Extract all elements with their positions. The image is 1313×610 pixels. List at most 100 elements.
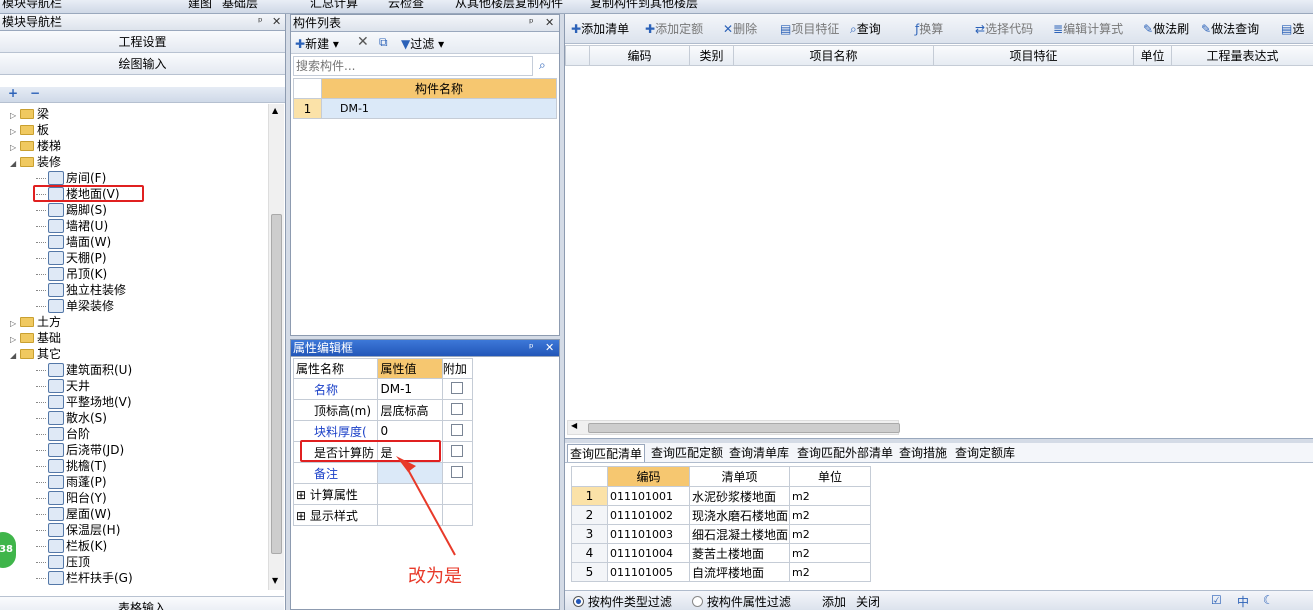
expand-group-icon[interactable]: ⊞ [296,509,310,523]
select-code-button[interactable]: ⇄选择代码 [975,20,1033,38]
tree-leaf-item[interactable]: 挑檐(T) [36,458,107,474]
top-item[interactable]: 从其他楼层复制构件 [455,0,563,11]
property-row[interactable]: 名称 DM-1 [292,378,474,400]
query-tab[interactable]: 查询匹配外部清单 [795,444,895,462]
tree-leaf-item[interactable]: 天井 [36,378,90,394]
pin-icon[interactable]: ᵖ [258,15,263,28]
project-settings-button[interactable]: 工程设置 [0,31,285,53]
tree-leaf-item[interactable]: 阳台(Y) [36,490,107,506]
expander-icon[interactable]: ◢ [10,348,20,364]
radio-type-filter[interactable]: 按构件类型过滤 [573,593,672,610]
expand-all-icon[interactable]: + [8,86,18,100]
top-item[interactable]: 基础层 [222,0,258,11]
search-icon[interactable]: ⌕ [539,58,546,73]
tree-folder-item[interactable]: ▷ 板 [10,122,49,138]
col-quantity-expr[interactable]: 工程量表达式 [1171,45,1313,66]
component-name-cell[interactable]: DM-1 [321,98,557,119]
pin-icon[interactable]: ᵖ [529,341,534,354]
top-item[interactable]: 汇总计算 [310,0,358,11]
tree-scrollbar[interactable]: ▲ ▼ [268,104,284,590]
expander-icon[interactable]: ◢ [10,156,20,172]
property-row[interactable]: 块料厚度(0 [292,420,474,442]
method-brush-button[interactable]: ✎做法刷 [1143,20,1189,38]
top-item[interactable]: 云检查 [388,0,424,11]
add-quota-button[interactable]: ✚添加定额 [645,20,703,38]
pin-icon[interactable]: ᵖ [529,16,534,29]
method-query-button[interactable]: ✎做法查询 [1201,20,1259,38]
edit-formula-button[interactable]: ≣编辑计算式 [1053,20,1123,38]
collapse-all-icon[interactable]: − [30,86,40,100]
col-type[interactable]: 类别 [689,45,734,66]
tree-leaf-item[interactable]: 吊顶(K) [36,266,107,282]
add-button[interactable]: 添加 [822,593,846,610]
checkbox-icon[interactable]: ☑ [1211,593,1222,607]
copy-icon[interactable]: ⧉ [379,35,388,50]
top-item[interactable]: 复制构件到其他楼层 [590,0,698,11]
query-tab[interactable]: 查询定额库 [953,444,1017,462]
tree-leaf-item[interactable]: 台阶 [36,426,90,442]
col-code[interactable]: 编码 [607,466,690,487]
moon-icon[interactable]: ☾ [1263,593,1274,607]
extra-checkbox[interactable] [451,381,464,394]
query-tab[interactable]: 查询匹配定额 [649,444,725,462]
extra-checkbox[interactable] [451,423,464,436]
tree-leaf-item[interactable]: 散水(S) [36,410,107,426]
col-unit[interactable]: 单位 [789,466,871,487]
col-code[interactable]: 编码 [589,45,690,66]
table-row[interactable]: 1 011101001 水泥砂浆楼地面 m2 [571,486,871,506]
tree-folder-item[interactable]: ▷ 土方 [10,314,61,330]
top-item[interactable]: 建图 [188,0,212,11]
query-tab[interactable]: 查询措施 [897,444,949,462]
table-row[interactable]: 2 011101002 现浇水磨石楼地面 m2 [571,505,871,525]
tree-leaf-item[interactable]: 屋面(W) [36,506,111,522]
tree-leaf-item[interactable]: 房间(F) [36,170,106,186]
add-bill-button[interactable]: ✚添加清单 [571,20,629,38]
filter-button[interactable]: ▼过滤 ▾ [401,35,444,52]
tree-leaf-item[interactable]: 墙裙(U) [36,218,108,234]
tree-folder-item[interactable]: ◢ 装修 [10,154,61,170]
tree-leaf-item[interactable]: 平整场地(V) [36,394,132,410]
tree-leaf-item[interactable]: 保温层(H) [36,522,120,538]
tree-leaf-item[interactable]: 墙面(W) [36,234,111,250]
scroll-thumb[interactable] [271,214,282,554]
tree-leaf-item[interactable]: 独立柱装修 [36,282,126,298]
property-value[interactable]: 层底标高 [377,399,443,421]
query-tab[interactable]: 查询匹配清单 [567,444,646,462]
tree-leaf-item[interactable]: 建筑面积(U) [36,362,132,378]
scroll-left-icon[interactable]: ◀ [571,421,577,430]
tree-leaf-item[interactable]: 单梁装修 [36,298,114,314]
select-button[interactable]: ▤选 [1281,20,1304,38]
convert-button[interactable]: ƒ换算 [915,20,943,38]
tree-leaf-item[interactable]: 雨蓬(P) [36,474,107,490]
query-tab[interactable]: 查询清单库 [727,444,791,462]
close-icon[interactable]: ✕ [272,15,281,28]
tree-leaf-item[interactable]: 压顶 [36,554,90,570]
property-row[interactable]: 顶标高(m) 层底标高 [292,399,474,421]
tree-folder-item[interactable]: ▷ 梁 [10,106,49,122]
tree-folder-item[interactable]: ◢ 其它 [10,346,61,362]
component-search-input[interactable] [293,56,533,76]
ime-indicator[interactable]: 中 [1237,593,1249,610]
property-value[interactable]: 0 [377,420,443,442]
table-row[interactable]: 1 DM-1 [293,98,557,119]
drawing-input-button[interactable]: 绘图输入 [0,53,285,75]
close-button[interactable]: 关闭 [856,593,880,610]
scroll-up-icon[interactable]: ▲ [272,106,278,115]
table-row[interactable]: 3 011101003 细石混凝土楼地面 m2 [571,524,871,544]
scroll-thumb[interactable] [588,423,900,433]
tree-folder-item[interactable]: ▷ 楼梯 [10,138,61,154]
table-row[interactable]: 5 011101005 自流坪楼地面 m2 [571,562,871,582]
tree-folder-item[interactable]: ▷ 基础 [10,330,61,346]
tree-leaf-item[interactable]: 天棚(P) [36,250,107,266]
col-unit[interactable]: 单位 [1133,45,1172,66]
item-feature-button[interactable]: ▤项目特征 [780,20,839,38]
delete-icon[interactable]: ✕ [357,34,369,50]
tree-leaf-item[interactable]: 后浇带(JD) [36,442,124,458]
col-item-name[interactable]: 项目名称 [733,45,934,66]
delete-button[interactable]: ✕删除 [723,20,757,38]
new-component-button[interactable]: ✚新建 ▾ [295,35,339,52]
query-button[interactable]: ⌕查询 [850,20,881,38]
extra-checkbox[interactable] [451,402,464,415]
col-component-name[interactable]: 构件名称 [321,78,557,99]
table-input-button[interactable]: 表格输入 [0,596,284,610]
